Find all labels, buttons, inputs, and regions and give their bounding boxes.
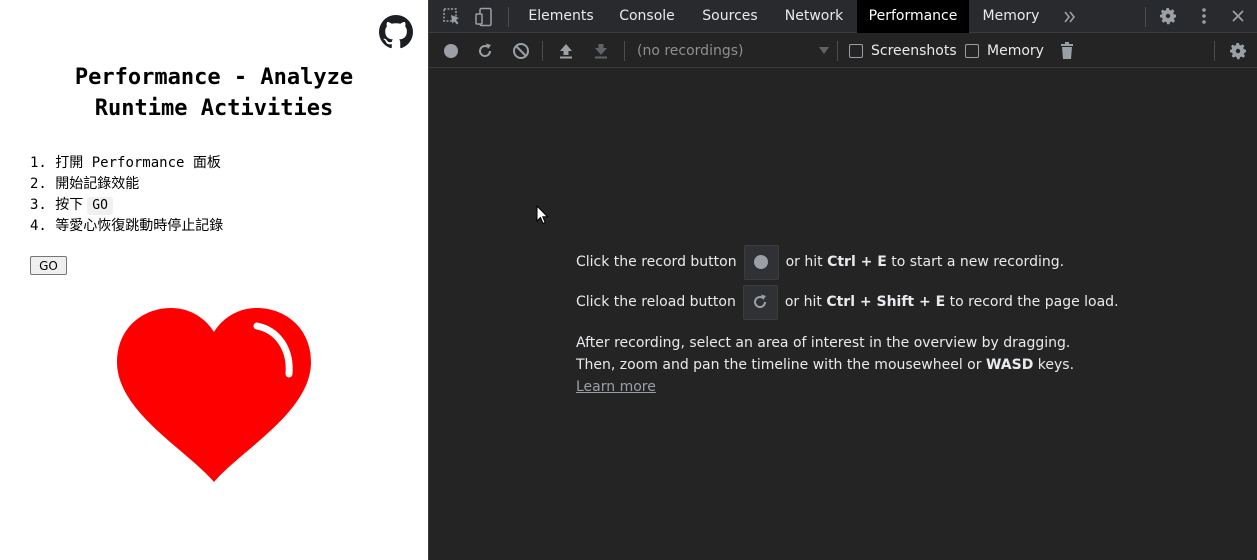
tab-elements[interactable]: Elements	[517, 0, 605, 33]
record-instruction: Click the record button or hit Ctrl + E …	[576, 244, 1065, 280]
load-profile-icon[interactable]	[555, 40, 577, 62]
tab-memory[interactable]: Memory	[969, 0, 1053, 33]
github-icon[interactable]	[379, 15, 413, 49]
divider	[624, 41, 625, 61]
record-button[interactable]	[743, 244, 779, 280]
reload-instruction-suffix: to record the page load.	[949, 294, 1119, 310]
title-line-2: Runtime Activities	[94, 96, 334, 121]
go-button[interactable]: GO	[30, 256, 67, 275]
steps-list: 1. 打開 Performance 面板 2. 開始記錄效能 3. 按下 GO 4…	[30, 153, 223, 237]
close-icon[interactable]	[1227, 5, 1249, 27]
tab-sources[interactable]: Sources	[689, 0, 771, 33]
device-toolbar-icon[interactable]	[473, 6, 495, 28]
reload-record-icon[interactable]	[474, 40, 496, 62]
devtools-tabbar: Elements Console Sources Network Perform…	[429, 0, 1257, 33]
step-text: 等愛心恢復跳動時停止記錄	[55, 218, 224, 234]
step-item: 1. 打開 Performance 面板	[30, 153, 223, 174]
tab-performance[interactable]: Performance	[857, 0, 969, 33]
reload-button[interactable]	[742, 284, 778, 320]
step-item: 2. 開始記錄效能	[30, 174, 223, 195]
chevron-down-icon	[819, 47, 829, 54]
reload-instruction: Click the reload button or hit Ctrl + Sh…	[576, 284, 1119, 320]
more-options-icon[interactable]	[1193, 5, 1215, 27]
tab-console[interactable]: Console	[605, 0, 689, 33]
help-line-1: After recording, select an area of inter…	[576, 335, 1071, 351]
inspect-element-icon[interactable]	[441, 6, 463, 28]
step-number: 4.	[30, 218, 47, 234]
divider	[1214, 41, 1215, 61]
garbage-collect-icon[interactable]	[1056, 40, 1078, 62]
step-number: 3.	[30, 197, 47, 213]
page-title: Performance - Analyze Runtime Activities	[0, 62, 428, 124]
performance-toolbar: (no recordings) Screenshots Memory	[429, 34, 1257, 68]
divider	[1145, 7, 1146, 27]
step-go-code: GO	[87, 197, 113, 215]
reload-instruction-text: Click the reload button	[576, 294, 736, 310]
capture-settings-icon[interactable]	[1227, 40, 1249, 62]
wasd-keys: WASD	[985, 357, 1034, 373]
demo-page: Performance - Analyze Runtime Activities…	[0, 0, 428, 560]
screenshots-checkbox[interactable]: Screenshots	[849, 43, 957, 59]
mouse-cursor-icon	[536, 205, 549, 225]
record-icon[interactable]	[440, 40, 462, 62]
devtools-panel: Elements Console Sources Network Perform…	[428, 0, 1257, 560]
divider	[508, 7, 509, 27]
record-instruction-text: Click the record button	[576, 254, 737, 270]
divider	[542, 41, 543, 61]
record-icon	[754, 255, 769, 269]
checkbox-box[interactable]	[965, 44, 979, 58]
reload-icon	[754, 294, 767, 308]
step-number: 2.	[30, 176, 47, 192]
recordings-dropdown[interactable]: (no recordings)	[637, 41, 829, 61]
recording-help-text: After recording, select an area of inter…	[576, 332, 1074, 398]
divider	[837, 41, 838, 61]
settings-gear-icon[interactable]	[1157, 5, 1179, 27]
memory-checkbox[interactable]: Memory	[965, 43, 1044, 59]
checkbox-box[interactable]	[849, 44, 863, 58]
step-text: 開始記錄效能	[55, 176, 140, 192]
clear-icon[interactable]	[510, 40, 532, 62]
heart-image	[117, 308, 311, 482]
recordings-dropdown-value: (no recordings)	[637, 43, 744, 59]
reload-instruction-mid: or hit	[784, 294, 822, 310]
record-shortcut: Ctrl + E	[827, 254, 887, 270]
step-text: 按下	[55, 197, 84, 213]
record-instruction-suffix: to start a new recording.	[891, 254, 1065, 270]
record-instruction-mid: or hit	[785, 254, 823, 270]
help-line-2-text: Then, zoom and pan the timeline with the…	[576, 357, 982, 373]
step-item: 4. 等愛心恢復跳動時停止記錄	[30, 216, 223, 237]
save-profile-icon[interactable]	[590, 40, 612, 62]
help-line-2-suffix: keys.	[1037, 357, 1075, 373]
learn-more-link[interactable]: Learn more	[576, 379, 656, 395]
step-number: 1.	[30, 155, 47, 171]
memory-label: Memory	[987, 43, 1044, 59]
step-text: 打開 Performance 面板	[55, 155, 221, 171]
help-line-2: Then, zoom and pan the timeline with the…	[576, 354, 1074, 376]
more-tabs-icon[interactable]	[1059, 6, 1081, 28]
reload-shortcut: Ctrl + Shift + E	[826, 294, 946, 310]
title-line-1: Performance - Analyze	[74, 65, 354, 90]
screenshots-label: Screenshots	[871, 43, 957, 59]
tab-network[interactable]: Network	[771, 0, 857, 33]
step-item: 3. 按下 GO	[30, 195, 223, 216]
